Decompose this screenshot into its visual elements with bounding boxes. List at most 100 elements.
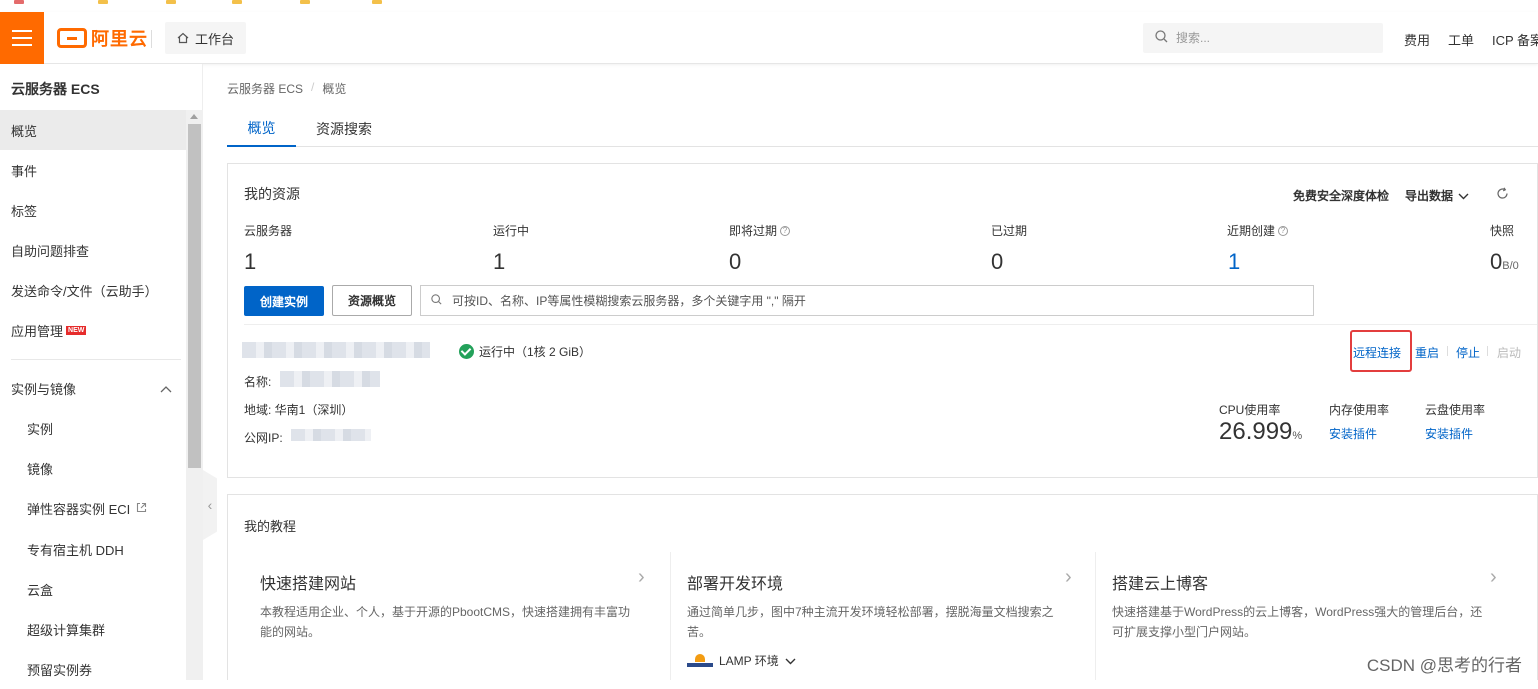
stat-value-expired[interactable]: 0 — [991, 249, 1003, 275]
search-input[interactable] — [1176, 31, 1366, 45]
refresh-icon[interactable] — [1496, 187, 1509, 203]
restart-link[interactable]: 重启 — [1415, 344, 1439, 361]
sidebar-item-label: 概览 — [11, 123, 38, 139]
stop-link[interactable]: 停止 — [1456, 344, 1480, 361]
sidebar-section-label: 实例与镜像 — [11, 381, 77, 397]
stat-value-expiring[interactable]: 0 — [729, 249, 741, 275]
disk-usage-label: 云盘使用率 — [1425, 403, 1486, 417]
sidebar-collapse-handle[interactable]: ‹ — [203, 470, 217, 540]
stat-label-snapshots: 快照 — [1490, 222, 1514, 239]
sidebar-item-label: 事件 — [11, 163, 38, 179]
snapshot-unit: B/0 — [1502, 260, 1519, 272]
sidebar-item-app-management[interactable]: 应用管理 NEW — [0, 310, 186, 350]
sidebar-item-tags[interactable]: 标签 — [0, 190, 186, 230]
stat-label-text: 近期创建 — [1227, 224, 1276, 238]
tutorial-description: 本教程适用企业、个人，基于开源的PbootCMS，快速搭建拥有丰富功 能的网站。 — [260, 602, 630, 642]
tutorial-description: 通过简单几步，图中7种主流开发环境轻松部署，摆脱海量文档搜索之 苦。 — [687, 602, 1054, 642]
instance-region: 地域: 华南1（深圳） — [244, 403, 354, 417]
breadcrumb-item-ecs[interactable]: 云服务器 ECS — [227, 80, 303, 97]
create-instance-button[interactable]: 创建实例 — [244, 286, 324, 316]
chevron-left-icon: ‹ — [207, 497, 213, 513]
sidebar-section-instances-images[interactable]: 实例与镜像 — [0, 368, 186, 408]
cpu-value-unit: % — [1292, 430, 1303, 442]
sidebar-scrollbar[interactable] — [186, 110, 203, 680]
tutorial-desc-line: 快速搭建基于WordPress的云上博客，WordPress强大的管理后台，还 — [1112, 605, 1483, 619]
stat-label-servers: 云服务器 — [244, 222, 292, 239]
chevron-right-icon[interactable]: › — [1490, 566, 1497, 589]
chevron-right-icon[interactable]: › — [638, 566, 645, 589]
sidebar-title: 云服务器 ECS — [11, 81, 100, 97]
chevron-right-icon[interactable]: › — [1065, 566, 1072, 589]
sidebar-item-label: 实例 — [27, 421, 54, 437]
bookmark-icon[interactable] — [166, 0, 176, 4]
free-security-check-link[interactable]: 免费安全深度体检 — [1293, 187, 1389, 204]
help-icon[interactable]: ? — [780, 225, 791, 236]
scrollbar-thumb[interactable] — [188, 124, 201, 468]
sidebar-item-troubleshoot[interactable]: 自助问题排查 — [0, 230, 186, 270]
help-icon[interactable]: ? — [1278, 225, 1289, 236]
sidebar-item-cloud-assistant[interactable]: 发送命令/文件（云助手） — [0, 270, 186, 310]
sidebar-item-label: 预留实例券 — [27, 662, 93, 678]
chevron-down-icon — [785, 654, 796, 668]
sidebar-item-label: 云盒 — [27, 582, 54, 598]
header-link-fees[interactable]: 费用 — [1404, 30, 1430, 49]
stat-value-running[interactable]: 1 — [493, 249, 505, 275]
sidebar-item-label: 专有宿主机 DDH — [27, 542, 124, 558]
action-separator — [1447, 346, 1448, 356]
bookmark-icon[interactable] — [372, 0, 382, 4]
stat-label-expired: 已过期 — [991, 222, 1027, 239]
logo-text: 阿里云 — [91, 29, 148, 49]
tutorial-dev-environment[interactable]: 部署开发环境 通过简单几步，图中7种主流开发环境轻松部署，摆脱海量文档搜索之 苦。… — [687, 552, 1081, 680]
sidebar-item-scc[interactable]: 超级计算集群 — [0, 609, 186, 649]
header-link-tickets[interactable]: 工单 — [1448, 30, 1474, 49]
header-link-icp[interactable]: ICP 备案 — [1492, 30, 1538, 49]
stat-label-text: 快照 — [1490, 224, 1515, 238]
instance-id-redacted[interactable] — [242, 342, 430, 358]
workbench-label: 工作台 — [195, 31, 235, 47]
stat-value-servers[interactable]: 1 — [244, 249, 256, 275]
export-data-dropdown[interactable]: 导出数据 — [1405, 187, 1469, 204]
hamburger-menu-button[interactable] — [0, 12, 44, 64]
tab-resource-search[interactable]: 资源搜索 — [316, 110, 372, 147]
stat-label-expiring: 即将过期? — [729, 222, 791, 239]
export-data-label: 导出数据 — [1405, 189, 1454, 203]
snapshot-value: 0 — [1490, 249, 1503, 274]
instance-filter[interactable] — [420, 285, 1314, 316]
global-search[interactable] — [1143, 23, 1383, 53]
sidebar-item-events[interactable]: 事件 — [0, 150, 186, 190]
sidebar-item-images[interactable]: 镜像 — [0, 448, 186, 488]
check-circle-icon — [459, 344, 474, 359]
bookmark-icon[interactable] — [14, 0, 24, 4]
sidebar-item-reserved-instances[interactable]: 预留实例券 — [0, 649, 186, 689]
bookmark-icon[interactable] — [300, 0, 310, 4]
tutorial-divider — [670, 552, 671, 680]
tutorial-quick-website[interactable]: 快速搭建网站 本教程适用企业、个人，基于开源的PbootCMS，快速搭建拥有丰富… — [260, 552, 654, 680]
sidebar-item-cloudbox[interactable]: 云盒 — [0, 569, 186, 609]
workbench-button[interactable]: 工作台 — [165, 22, 247, 54]
sidebar-item-eci[interactable]: 弹性容器实例 ECI — [0, 488, 186, 528]
scroll-up-arrow-icon[interactable] — [190, 114, 198, 119]
tab-overview[interactable]: 概览 — [227, 110, 296, 147]
bookmark-icon[interactable] — [98, 0, 108, 4]
resource-overview-button[interactable]: 资源概览 — [332, 285, 412, 316]
sidebar-item-overview[interactable]: 概览 — [0, 110, 186, 150]
install-plugin-memory-link[interactable]: 安装插件 — [1329, 425, 1377, 442]
stat-label-text: 即将过期 — [729, 224, 778, 238]
instance-filter-input[interactable] — [452, 293, 1302, 308]
environment-select[interactable]: LAMP 环境 — [687, 652, 796, 669]
environment-select-label: LAMP 环境 — [719, 654, 779, 668]
home-icon — [177, 32, 189, 44]
sidebar-item-ddh[interactable]: 专有宿主机 DDH — [0, 529, 186, 569]
sidebar-item-label: 标签 — [11, 203, 38, 219]
install-plugin-disk-link[interactable]: 安装插件 — [1425, 425, 1473, 442]
cpu-usage-label: CPU使用率 — [1219, 403, 1281, 417]
aliyun-logo[interactable]: 阿里云 — [57, 26, 148, 50]
remote-connect-highlight — [1350, 330, 1412, 372]
stat-value-snapshots[interactable]: 0B/0 — [1490, 249, 1519, 275]
bookmark-icon[interactable] — [232, 0, 242, 4]
stat-value-recent[interactable]: 1 — [1228, 249, 1240, 275]
sidebar: 云服务器 ECS 概览 事件 标签 自助问题排查 发送命令/文件（云助手） 应用… — [0, 64, 203, 680]
instance-status: 运行中（1核 2 GiB） — [459, 343, 591, 360]
instance-status-text: 运行中（1核 2 GiB） — [479, 345, 592, 359]
sidebar-item-instances[interactable]: 实例 — [0, 408, 186, 448]
